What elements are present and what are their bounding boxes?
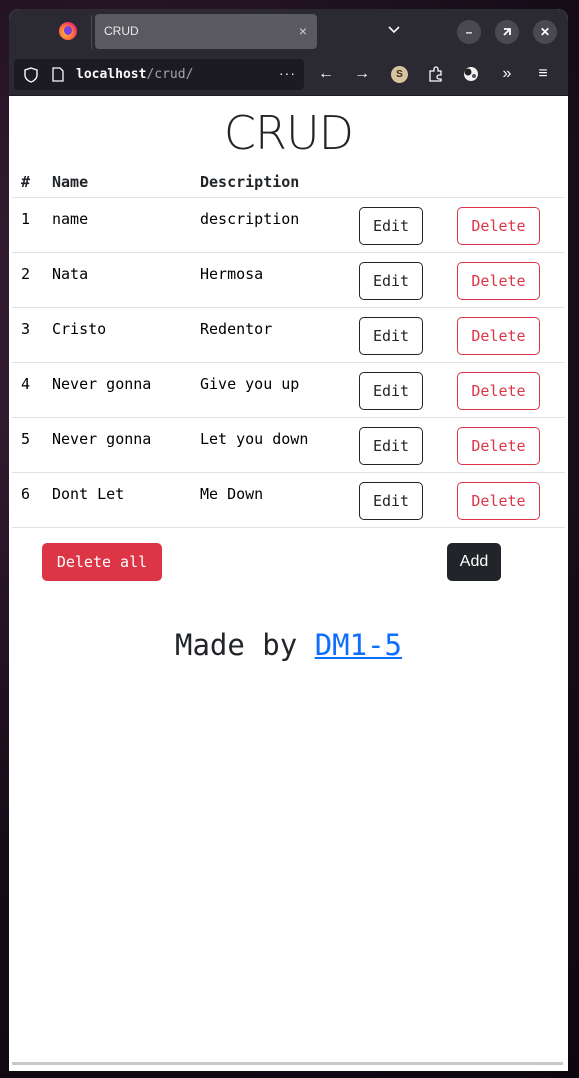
table-row: 4 Never gonna Give you up Edit Delete <box>9 363 568 418</box>
url-path: /crud/ <box>146 67 194 82</box>
row-description: Me Down <box>200 485 264 503</box>
title-bar: CRUD × – ✕ <box>9 9 568 54</box>
row-name: Nata <box>52 265 89 283</box>
row-id: 4 <box>21 375 31 393</box>
tab-crud[interactable]: CRUD × <box>95 14 317 49</box>
url-text[interactable]: localhost/crud/ <box>76 67 193 82</box>
edit-button[interactable]: Edit <box>359 262 423 300</box>
extensions-puzzle-icon[interactable] <box>427 65 445 83</box>
delete-button[interactable]: Delete <box>457 262 540 300</box>
firefox-logo-icon <box>59 22 77 40</box>
edit-button[interactable]: Edit <box>359 207 423 245</box>
close-window-icon[interactable]: ✕ <box>533 20 557 44</box>
row-id: 6 <box>21 485 31 503</box>
delete-all-button[interactable]: Delete all <box>42 543 162 581</box>
browser-window: CRUD × – ✕ localhost/crud/ ··· ← → S » ≡… <box>9 9 568 1071</box>
extension-ball-icon[interactable] <box>462 65 480 83</box>
more-tools-chevrons-icon[interactable]: » <box>497 64 517 84</box>
shield-icon[interactable] <box>24 67 38 83</box>
delete-button[interactable]: Delete <box>457 427 540 465</box>
url-bar[interactable]: localhost/crud/ ··· <box>14 59 304 90</box>
tab-close-icon[interactable]: × <box>299 23 307 39</box>
table-row: 2 Nata Hermosa Edit Delete <box>9 253 568 308</box>
row-divider <box>12 527 565 528</box>
back-arrow-icon[interactable]: ← <box>316 64 336 84</box>
table-header: # Name Description <box>9 173 568 195</box>
row-description: Give you up <box>200 375 300 393</box>
edit-button[interactable]: Edit <box>359 482 423 520</box>
table-row: 1 name description Edit Delete <box>9 198 568 253</box>
page-title: CRUD <box>223 106 354 160</box>
horizontal-scrollbar[interactable] <box>12 1062 563 1065</box>
table-row: 5 Never gonna Let you down Edit Delete <box>9 418 568 473</box>
page-actions-icon[interactable]: ··· <box>279 65 296 81</box>
profile-avatar-icon[interactable]: S <box>391 66 408 83</box>
delete-button[interactable]: Delete <box>457 207 540 245</box>
author-link[interactable]: DM1-5 <box>315 628 402 662</box>
row-description: Let you down <box>200 430 309 448</box>
column-header-description: Description <box>200 173 300 191</box>
tab-title: CRUD <box>104 24 139 38</box>
row-id: 5 <box>21 430 31 448</box>
row-name: Cristo <box>52 320 107 338</box>
column-header-id: # <box>21 173 31 191</box>
row-description: Redentor <box>200 320 273 338</box>
forward-arrow-icon[interactable]: → <box>352 64 372 84</box>
row-name: name <box>52 210 89 228</box>
add-button[interactable]: Add <box>447 543 501 581</box>
table-row: 6 Dont Let Me Down Edit Delete <box>9 473 568 528</box>
row-id: 2 <box>21 265 31 283</box>
row-name: Never gonna <box>52 430 152 448</box>
edit-button[interactable]: Edit <box>359 317 423 355</box>
edit-button[interactable]: Edit <box>359 427 423 465</box>
delete-button[interactable]: Delete <box>457 482 540 520</box>
row-name: Never gonna <box>52 375 152 393</box>
table-row: 3 Cristo Redentor Edit Delete <box>9 308 568 363</box>
page-icon <box>52 67 64 82</box>
minimize-icon[interactable]: – <box>457 20 481 44</box>
footer-credit: Made by DM1-5 <box>9 628 568 662</box>
tab-separator <box>91 15 92 49</box>
row-id: 3 <box>21 320 31 338</box>
footer-prefix: Made by <box>175 628 315 662</box>
hamburger-menu-icon[interactable]: ≡ <box>533 64 553 84</box>
row-description: Hermosa <box>200 265 264 283</box>
row-id: 1 <box>21 210 31 228</box>
list-all-tabs-chevron-down-icon[interactable] <box>386 21 402 37</box>
column-header-name: Name <box>52 173 89 191</box>
edit-button[interactable]: Edit <box>359 372 423 410</box>
nav-bar: localhost/crud/ ··· ← → S » ≡ <box>9 54 568 96</box>
restore-icon[interactable] <box>495 20 519 44</box>
url-host: localhost <box>76 67 147 82</box>
row-name: Dont Let <box>52 485 125 503</box>
delete-button[interactable]: Delete <box>457 317 540 355</box>
delete-button[interactable]: Delete <box>457 372 540 410</box>
row-description: description <box>200 210 300 228</box>
